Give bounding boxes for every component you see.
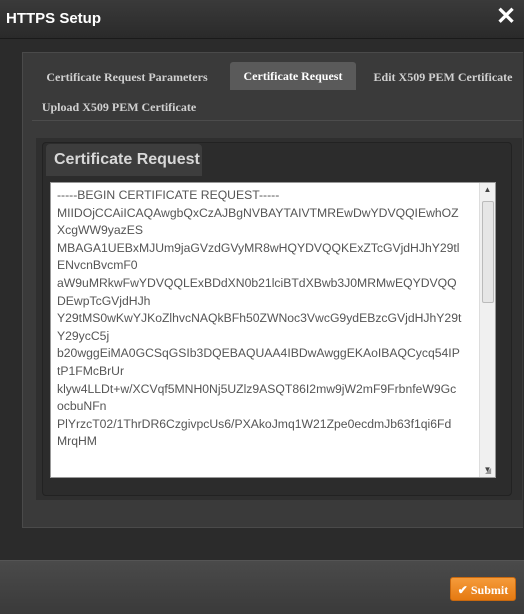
certificate-line: ENvcnBvcmF0 (57, 258, 138, 273)
section-title: Certificate Request (46, 144, 202, 176)
certificate-line: b20wggEiMA0GCSqGSIb3DQEBAQUAA4IBDwAwggEK… (57, 346, 460, 361)
close-icon[interactable]: ✕ (494, 3, 518, 31)
certificate-line: klyw4LLDt+w/XCVqf5MNH0Nj5UZlz9ASQT86I2mw… (57, 381, 457, 396)
textarea-scrollbar[interactable]: ▲ ▼ (479, 183, 495, 477)
submit-label: Submit (470, 583, 509, 597)
tab-divider (32, 120, 522, 121)
certificate-line: Y29tMS0wKwYJKoZlhvcNAQkBFh50ZWNoc3VwcG9y… (57, 311, 462, 326)
certificate-line: Y29ycC5j (57, 328, 110, 343)
scroll-up-icon[interactable]: ▲ (480, 183, 495, 197)
certificate-line: MBAGA1UEBxMJUm9jaGVzdGVyMR8wHQYDVQQKExZT… (57, 240, 460, 255)
check-icon: ✔ (457, 583, 468, 597)
scrollbar-thumb[interactable] (482, 201, 494, 303)
tab-certificate-request-parameters[interactable]: Certificate Request Parameters (32, 64, 222, 90)
dialog-titlebar: HTTPS Setup ✕ (0, 0, 524, 39)
certificate-line: XcgWW9yazES (57, 223, 144, 238)
certificate-line: DEwpTcGVjdHJh (57, 293, 151, 308)
tab-upload-x509-pem-certificate[interactable]: Upload X509 PEM Certificate (32, 94, 206, 120)
resize-grip-icon[interactable]: ◢ (485, 467, 493, 475)
certificate-line: tP1FMcBrUr (57, 363, 125, 378)
dialog-title: HTTPS Setup (6, 10, 102, 27)
tab-certificate-request[interactable]: Certificate Request (230, 62, 356, 90)
certificate-line: aW9uMRkwFwYDVQQLExBDdXN0b21lciBTdXBwb3J0… (57, 275, 457, 290)
certificate-line: ocbuNFn (57, 399, 107, 414)
certificate-line: -----BEGIN CERTIFICATE REQUEST----- (57, 188, 280, 202)
certificate-line: MIIDOjCCAiICAQAwgbQxCzAJBgNVBAYTAIVTMREw… (57, 205, 459, 220)
tab-edit-x509-pem-certificate[interactable]: Edit X509 PEM Certificate (362, 64, 524, 90)
certificate-line: PlYrzcT02/1ThrDR6CzgivpcUs6/PXAkoJmq1W21… (57, 416, 452, 431)
certificate-request-textarea[interactable]: -----BEGIN CERTIFICATE REQUEST----- MIIDO… (50, 182, 496, 478)
submit-button[interactable]: ✔ Submit (450, 577, 516, 601)
dialog-footer: ✔ Submit (0, 560, 524, 614)
https-setup-dialog: HTTPS Setup ✕ Certificate Request Parame… (0, 0, 524, 614)
certificate-line: MrqHM (57, 434, 97, 449)
certificate-text: -----BEGIN CERTIFICATE REQUEST----- MIIDO… (57, 187, 473, 451)
